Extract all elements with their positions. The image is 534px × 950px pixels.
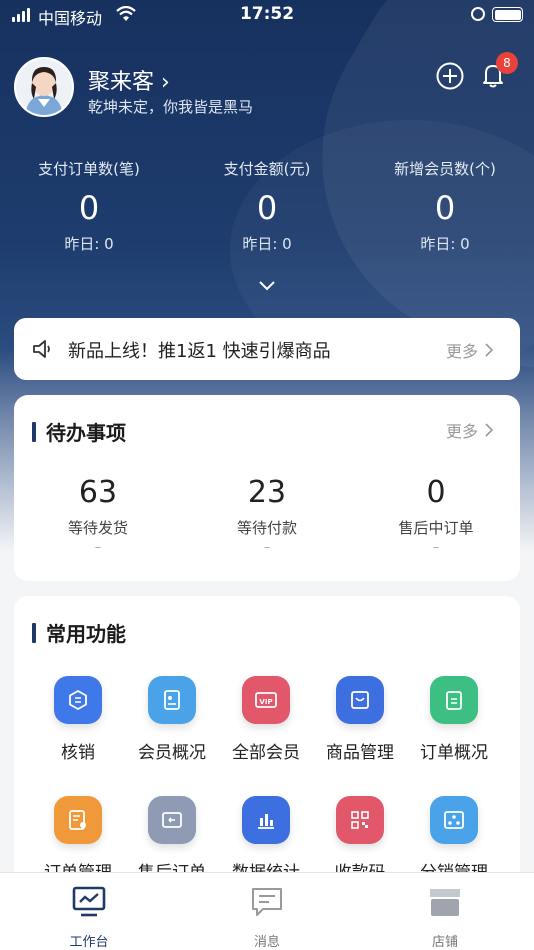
functions-title: 常用功能: [32, 618, 126, 647]
bottom-tab-bar: 工作台 消息 店铺: [0, 872, 534, 950]
bar-chart-icon: [242, 796, 290, 844]
todo-count: 63: [78, 475, 118, 510]
todo-count: 0: [426, 475, 446, 510]
chevron-right-icon: [485, 343, 494, 357]
stat-label: 支付金额(元): [223, 160, 311, 178]
func-member-overview[interactable]: 会员概况: [125, 676, 219, 763]
func-data-statistics[interactable]: 数据统计: [219, 796, 313, 883]
todo-label: 售后中订单: [398, 519, 474, 537]
stat-new-members[interactable]: 新增会员数(个) 0 昨日: 0: [356, 158, 534, 254]
stat-paid-orders[interactable]: 支付订单数(笔) 0 昨日: 0: [0, 158, 178, 254]
announcement-bar[interactable]: 新品上线！推1返1 快速引爆商品 更多: [14, 318, 520, 380]
stat-label: 支付订单数(笔): [38, 160, 140, 178]
scan-icon: [54, 676, 102, 724]
tab-label: 店铺: [431, 935, 458, 950]
message-icon: [252, 888, 282, 916]
func-verify[interactable]: 核销: [31, 676, 125, 763]
status-time: 17:52: [239, 4, 295, 24]
svg-text:VIP: VIP: [259, 698, 272, 706]
stat-value: 0: [78, 189, 100, 227]
tab-label: 工作台: [69, 935, 109, 950]
functions-card: 常用功能 核销 会员概况 VIP 全部会员 商品管理 订单概况 订单管理: [14, 596, 520, 896]
distribution-icon: [430, 796, 478, 844]
announcement-text: 新品上线！推1返1 快速引爆商品: [68, 341, 331, 362]
todo-title: 待办事项: [32, 417, 126, 446]
func-payment-code[interactable]: 收款码: [313, 796, 407, 883]
add-icon[interactable]: [436, 62, 464, 90]
tab-label: 消息: [253, 935, 280, 950]
battery-icon: [492, 7, 523, 22]
tab-messages[interactable]: 消息: [207, 885, 327, 950]
chevron-right-icon: [485, 423, 494, 437]
todo-more-link[interactable]: 更多: [446, 418, 494, 442]
todo-card: 待办事项 更多 63 等待发货 – 23 等待付款 – 0 售后中订单 –: [14, 395, 520, 581]
func-all-members[interactable]: VIP 全部会员: [219, 676, 313, 763]
tab-store[interactable]: 店铺: [385, 885, 505, 950]
chevron-right-icon: ›: [154, 70, 170, 95]
announcement-more-link[interactable]: 更多: [446, 338, 494, 362]
return-icon: [148, 796, 196, 844]
avatar[interactable]: [14, 57, 74, 117]
rotation-lock-icon: [471, 7, 485, 21]
stat-label: 新增会员数(个): [394, 160, 496, 178]
product-bag-icon: [336, 676, 384, 724]
stat-paid-amount[interactable]: 支付金额(元) 0 昨日: 0: [178, 158, 356, 254]
qr-code-icon: [336, 796, 384, 844]
notification-badge: 8: [496, 52, 518, 74]
clipboard-icon: [430, 676, 478, 724]
stat-yesterday: 昨日: 0: [64, 235, 114, 253]
order-edit-icon: [54, 796, 102, 844]
shop-name[interactable]: 聚来客 ›: [88, 64, 170, 96]
member-card-icon: [148, 676, 196, 724]
stat-yesterday: 昨日: 0: [420, 235, 470, 253]
status-bar: 中国移动 17:52: [0, 0, 534, 30]
func-distribution-management[interactable]: 分销管理: [407, 796, 501, 883]
func-order-overview[interactable]: 订单概况: [407, 676, 501, 763]
monitor-icon: [72, 886, 106, 917]
todo-label: 等待付款: [236, 519, 297, 537]
func-order-management[interactable]: 订单管理: [31, 796, 125, 883]
todo-awaiting-payment[interactable]: 23 等待付款 –: [183, 475, 351, 555]
todo-label: 等待发货: [67, 519, 128, 537]
chevron-down-icon[interactable]: [257, 278, 277, 292]
func-product-management[interactable]: 商品管理: [313, 676, 407, 763]
todo-after-sales[interactable]: 0 售后中订单 –: [352, 475, 520, 555]
shop-slogan: 乾坤未定，你我皆是黑马: [88, 98, 254, 116]
store-icon: [430, 889, 460, 916]
func-after-sales-orders[interactable]: 售后订单: [125, 796, 219, 883]
todo-count: 23: [247, 475, 287, 510]
todo-awaiting-shipment[interactable]: 63 等待发货 –: [14, 475, 182, 555]
speaker-icon: [33, 340, 50, 358]
stat-value: 0: [256, 189, 278, 227]
stat-value: 0: [434, 189, 456, 227]
tab-workbench[interactable]: 工作台: [29, 885, 149, 950]
stat-yesterday: 昨日: 0: [242, 235, 292, 253]
vip-card-icon: VIP: [242, 676, 290, 724]
